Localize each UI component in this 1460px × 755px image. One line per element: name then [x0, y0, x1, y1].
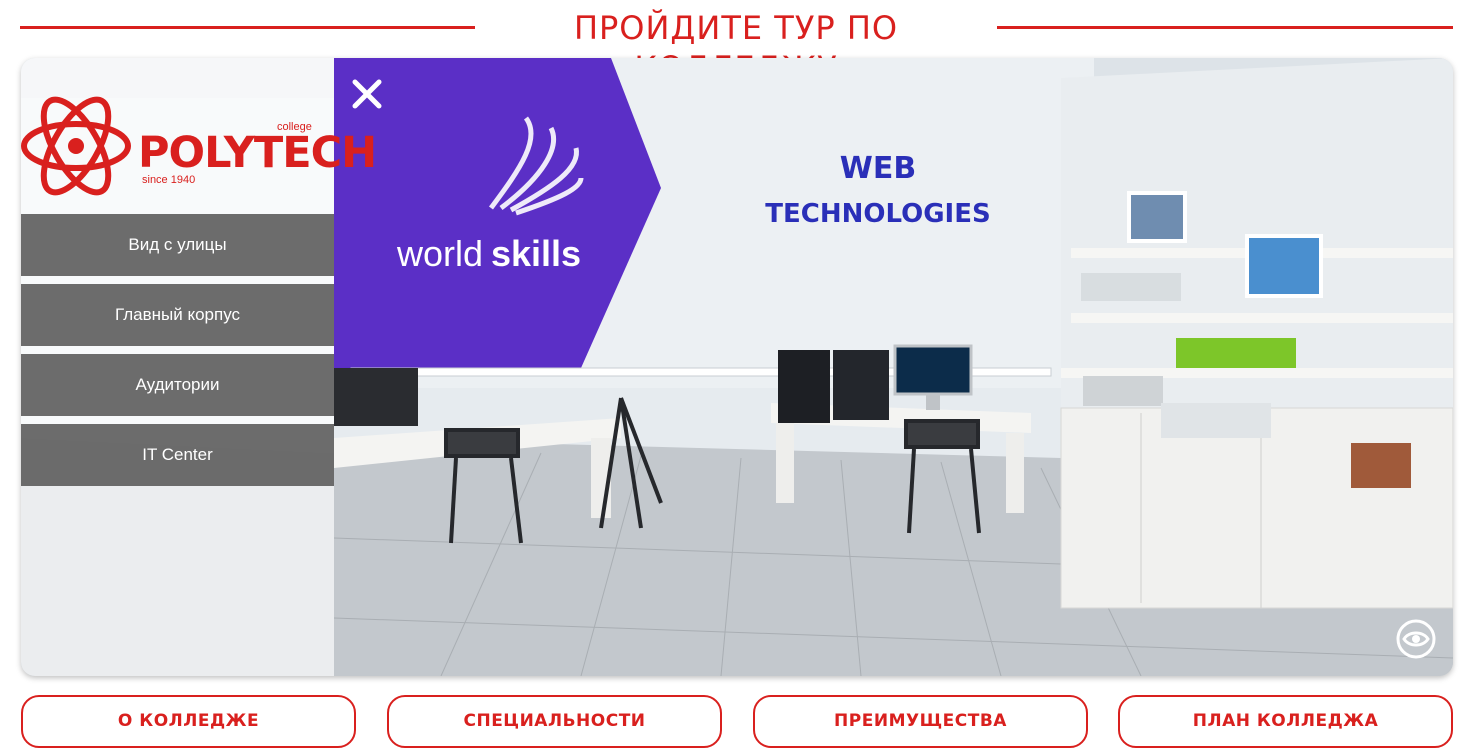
- logo-brand-text: POLYTECH: [138, 128, 377, 178]
- bottom-navigation: О КОЛЛЕДЖЕ СПЕЦИАЛЬНОСТИ ПРЕИМУЩЕСТВА ПЛ…: [21, 695, 1453, 748]
- nav-advantages-button[interactable]: ПРЕИМУЩЕСТВА: [753, 695, 1088, 748]
- banner-text-skills: skills: [491, 233, 581, 274]
- menu-item-it-center[interactable]: IT Center: [21, 424, 334, 486]
- virtual-tour-viewer[interactable]: world skills WEB TECHNOLOGIES POLYTECH c…: [21, 58, 1453, 676]
- wall-sign-web: WEB: [840, 151, 916, 186]
- section-header: ПРОЙДИТЕ ТУР ПО КОЛЛЕДЖУ: [20, 8, 1453, 87]
- eye-icon: [1396, 619, 1436, 659]
- menu-item-classrooms[interactable]: Аудитории: [21, 354, 334, 416]
- header-divider-left: [20, 26, 475, 29]
- atom-logo-icon: [21, 96, 131, 196]
- menu-item-street-view[interactable]: Вид с улицы: [21, 214, 334, 276]
- logo-college-text: college: [277, 121, 312, 133]
- close-icon: [352, 79, 382, 109]
- close-button[interactable]: [349, 76, 385, 112]
- nav-about-button[interactable]: О КОЛЛЕДЖЕ: [21, 695, 356, 748]
- nav-plan-button[interactable]: ПЛАН КОЛЛЕДЖА: [1118, 695, 1453, 748]
- menu-item-main-building[interactable]: Главный корпус: [21, 284, 334, 346]
- banner-text-world: world: [396, 233, 483, 274]
- tour-location-menu: Вид с улицы Главный корпус Аудитории IT …: [21, 214, 334, 494]
- polytech-logo: POLYTECH college since 1940: [21, 84, 377, 208]
- toggle-view-button[interactable]: [1395, 618, 1437, 660]
- nav-specialties-button[interactable]: СПЕЦИАЛЬНОСТИ: [387, 695, 722, 748]
- header-divider-right: [997, 26, 1453, 29]
- logo-since-text: since 1940: [142, 174, 196, 186]
- wall-sign-technologies: TECHNOLOGIES: [765, 199, 990, 229]
- tour-sidebar: POLYTECH college since 1940 Вид с улицы …: [21, 58, 377, 676]
